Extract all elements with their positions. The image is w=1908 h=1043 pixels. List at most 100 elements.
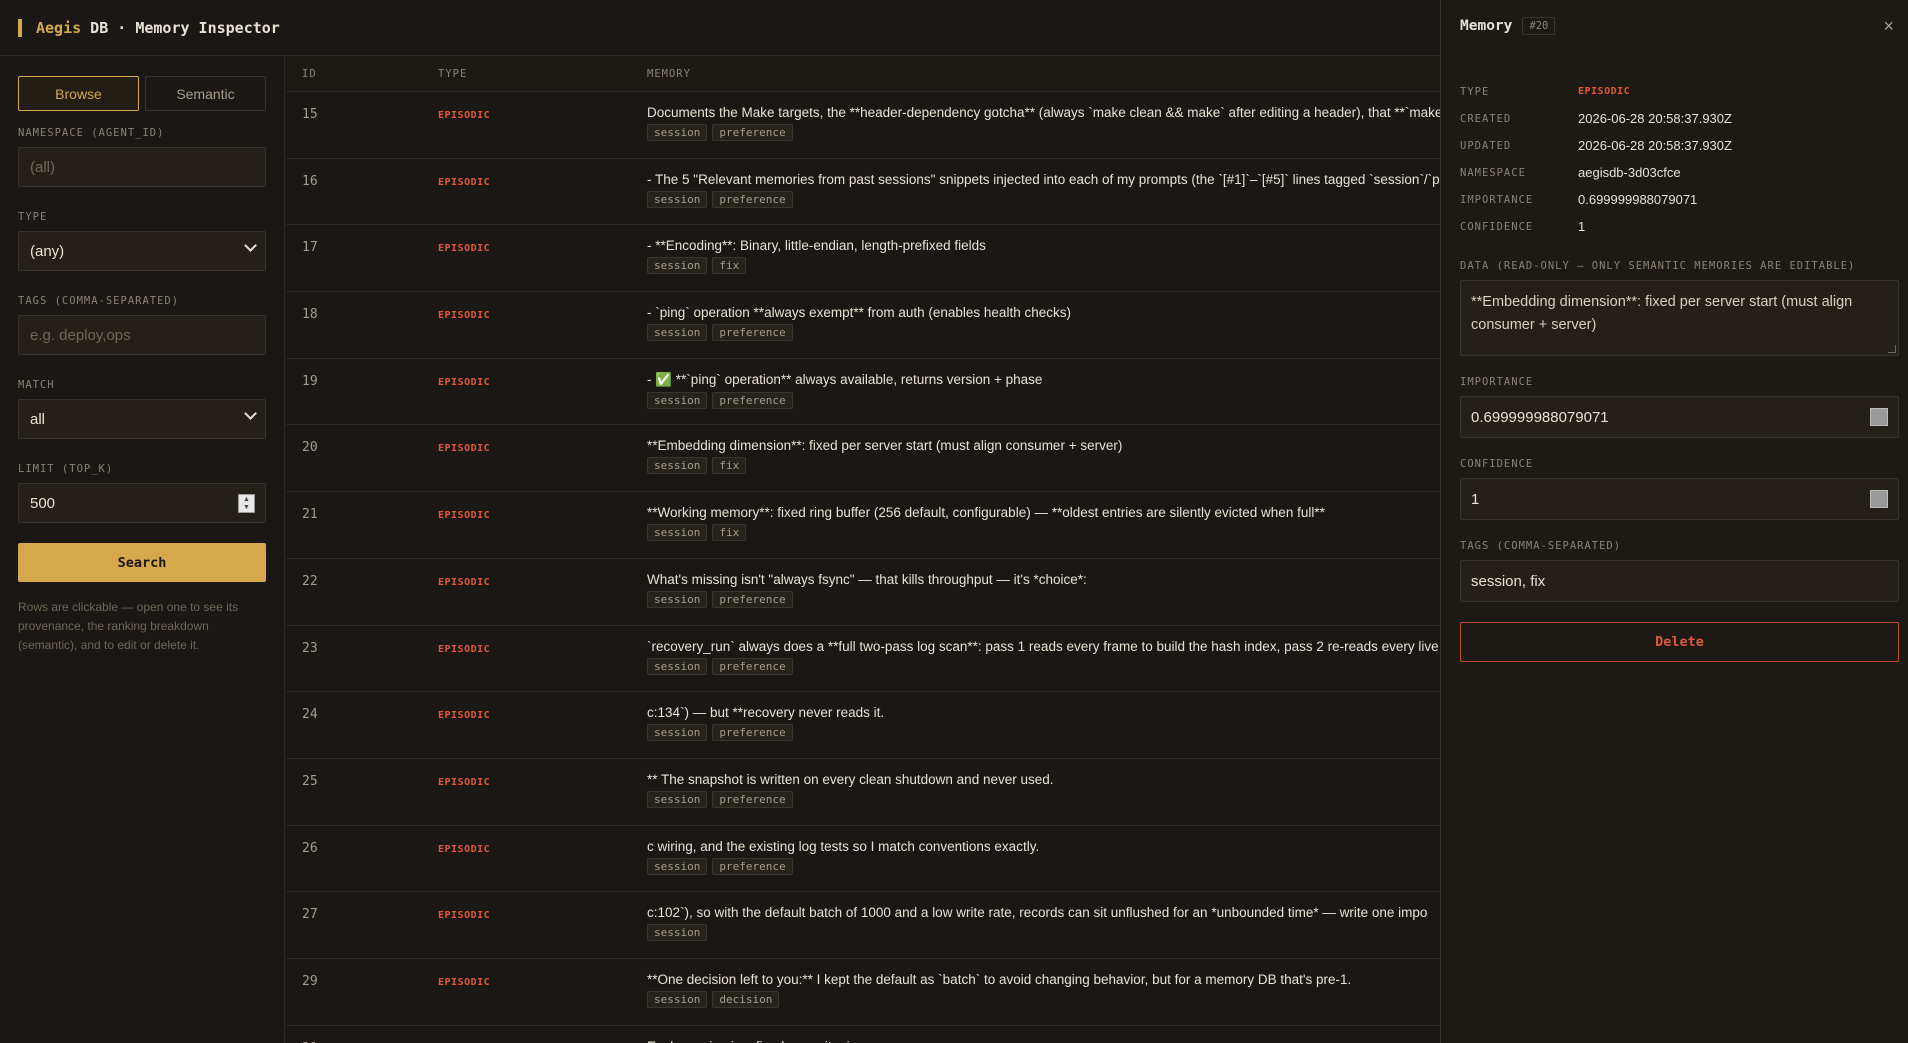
- chevron-down-icon: [244, 239, 257, 252]
- memory-table: ID TYPE MEMORY 15 EPISODIC Documents the M…: [286, 56, 1440, 1043]
- app-header: Aegis DB · Memory Inspector: [0, 0, 1440, 56]
- row-tags: session preference: [647, 324, 1440, 342]
- row-memory-text: Each session is a fixed-capacity ring: [647, 1039, 1440, 1043]
- row-memory: What's missing isn't "always fsync" — th…: [647, 572, 1440, 608]
- stepper-up-icon[interactable]: ▲: [243, 496, 250, 504]
- meta-row-confidence: CONFIDENCE 1: [1460, 213, 1889, 240]
- row-memory-text: **Working memory**: fixed ring buffer (2…: [647, 505, 1325, 521]
- importance-input[interactable]: 0.699999988079071: [1460, 396, 1899, 438]
- table-row[interactable]: 26 EPISODIC c wiring, and the existing log…: [286, 826, 1440, 893]
- row-memory-text: Documents the Make targets, the **header…: [647, 105, 1440, 120]
- row-type: EPISODIC: [438, 443, 491, 455]
- sidebar-hint: Rows are clickable — open one to see its…: [18, 600, 239, 652]
- match-select[interactable]: all: [18, 399, 266, 439]
- row-type: EPISODIC: [438, 376, 491, 388]
- mode-switch: Browse Semantic: [18, 76, 266, 111]
- row-memory: c:102`), so with the default batch of 10…: [647, 905, 1440, 942]
- row-type: EPISODIC: [438, 176, 491, 188]
- semantic-mode-button[interactable]: Semantic: [145, 76, 266, 111]
- row-memory-text: ** The snapshot is written on every clea…: [647, 771, 1054, 787]
- row-tags: session preference: [647, 724, 1440, 742]
- row-memory-text: - The 5 "Relevant memories from past ses…: [647, 171, 1440, 187]
- row-tags: session: [647, 924, 1440, 942]
- importance-value: 0.699999988079071: [1471, 408, 1609, 426]
- row-type: EPISODIC: [438, 776, 491, 788]
- row-id: 18: [302, 307, 318, 323]
- meta-key: TYPE: [1460, 85, 1490, 98]
- table-row[interactable]: 16 EPISODIC - The 5 "Relevant memories fro…: [286, 159, 1440, 226]
- meta-value: EPISODIC: [1578, 86, 1631, 97]
- tag-chip: preference: [712, 391, 793, 409]
- row-tags: session preference: [647, 590, 1440, 608]
- row-memory-text: c:134`) — but **recovery never reads it.: [647, 705, 885, 721]
- row-id: 16: [302, 173, 318, 189]
- delete-button[interactable]: Delete: [1460, 622, 1899, 662]
- table-row[interactable]: 22 EPISODIC What's missing isn't "always f…: [286, 559, 1440, 626]
- resize-grip-icon[interactable]: [1888, 345, 1896, 353]
- tag-chip: session: [647, 124, 708, 141]
- type-select[interactable]: (any): [18, 231, 266, 271]
- tag-chip: preference: [712, 590, 793, 608]
- table-row[interactable]: 21 EPISODIC **Working memory**: fixed ring…: [286, 492, 1440, 559]
- table-row[interactable]: 25 EPISODIC ** The snapshot is written on …: [286, 759, 1440, 826]
- tag-chip: session: [647, 924, 708, 942]
- row-id: 15: [302, 107, 318, 122]
- close-icon[interactable]: ×: [1883, 16, 1894, 37]
- row-id: 19: [302, 373, 318, 389]
- data-textarea[interactable]: **Embedding dimension**: fixed per serve…: [1460, 280, 1899, 356]
- namespace-input[interactable]: (all): [18, 147, 266, 187]
- table-row[interactable]: 29 EPISODIC **One decision left to you:** …: [286, 959, 1440, 1026]
- confidence-label: CONFIDENCE: [1460, 458, 1534, 470]
- row-memory: **Embedding dimension**: fixed per serve…: [647, 438, 1440, 475]
- tags-input[interactable]: e.g. deploy,ops: [18, 315, 266, 355]
- data-value: **Embedding dimension**: fixed per serve…: [1471, 294, 1853, 333]
- number-stepper[interactable]: ▲ ▼: [238, 494, 255, 513]
- header-id: ID: [302, 67, 317, 80]
- tag-chip: session: [647, 457, 708, 475]
- tag-chip: preference: [712, 724, 793, 742]
- meta-row-created: CREATED 2026-06-28 20:58:37.930Z: [1460, 105, 1889, 132]
- row-id: 29: [302, 973, 318, 989]
- row-type: EPISODIC: [438, 243, 491, 255]
- row-memory-text: What's missing isn't "always fsync" — th…: [647, 571, 1087, 587]
- table-row[interactable]: 19 EPISODIC - ✅ **`ping` operation** alway…: [286, 359, 1440, 426]
- tag-chip: session: [647, 590, 708, 608]
- table-row[interactable]: 31EPISODICEach session is a fixed-capaci…: [286, 1026, 1440, 1043]
- table-row[interactable]: 17 EPISODIC - **Encoding**: Binary, little…: [286, 225, 1440, 293]
- app-title: Aegis DB · Memory Inspector: [36, 19, 280, 37]
- limit-label: LIMIT (TOP_K): [18, 463, 114, 475]
- table-row[interactable]: 23 EPISODIC `recovery_run` always does a *…: [286, 626, 1440, 693]
- brand-accent: Aegis: [36, 18, 82, 37]
- row-id: 22: [302, 573, 318, 589]
- row-memory-text: `recovery_run` always does a **full two-…: [647, 638, 1439, 654]
- row-tags: session preference: [647, 124, 1440, 141]
- spinner-icon[interactable]: [1870, 408, 1888, 426]
- row-memory: - **Encoding**: Binary, little-endian, l…: [647, 238, 1440, 275]
- row-type: EPISODIC: [438, 110, 491, 121]
- row-id: 17: [302, 240, 318, 256]
- table-row[interactable]: 27 EPISODIC c:102`), so with the default b…: [286, 892, 1440, 959]
- row-memory: - The 5 "Relevant memories from past ses…: [647, 172, 1440, 208]
- limit-value: 500: [30, 494, 56, 512]
- search-button[interactable]: Search: [18, 543, 266, 582]
- brand-rest: DB · Memory Inspector: [81, 18, 280, 37]
- panel-header: Memory #20 ×: [1441, 0, 1908, 52]
- row-memory-text: - ✅ **`ping` operation** always availabl…: [647, 371, 1043, 387]
- limit-input[interactable]: 500 ▲ ▼: [18, 483, 266, 523]
- tag-chip: session: [647, 790, 708, 808]
- table-row[interactable]: 24 EPISODIC c:134`) — but **recovery never…: [286, 692, 1440, 759]
- match-select-value: all: [30, 410, 46, 428]
- table-row[interactable]: 15 EPISODIC Documents the Make targets, th…: [286, 92, 1440, 159]
- memory-detail-panel: Memory #20 × TYPE EPISODIC CREATED 2026-06…: [1440, 0, 1908, 1043]
- tag-chip: preference: [712, 324, 793, 342]
- browse-mode-button[interactable]: Browse: [18, 76, 139, 111]
- row-memory-text: c:102`), so with the default batch of 10…: [647, 905, 1428, 921]
- table-row[interactable]: 20 EPISODIC **Embedding dimension**: fixed…: [286, 425, 1440, 493]
- spinner-icon[interactable]: [1870, 490, 1888, 508]
- panel-tags-input[interactable]: session, fix: [1460, 560, 1899, 602]
- stepper-down-icon[interactable]: ▼: [243, 504, 250, 512]
- meta-key: UPDATED: [1460, 139, 1512, 152]
- confidence-input[interactable]: 1: [1460, 478, 1899, 520]
- meta-value: 0.699999988079071: [1578, 192, 1698, 207]
- table-row[interactable]: 18 EPISODIC - `ping` operation **always ex…: [286, 292, 1440, 359]
